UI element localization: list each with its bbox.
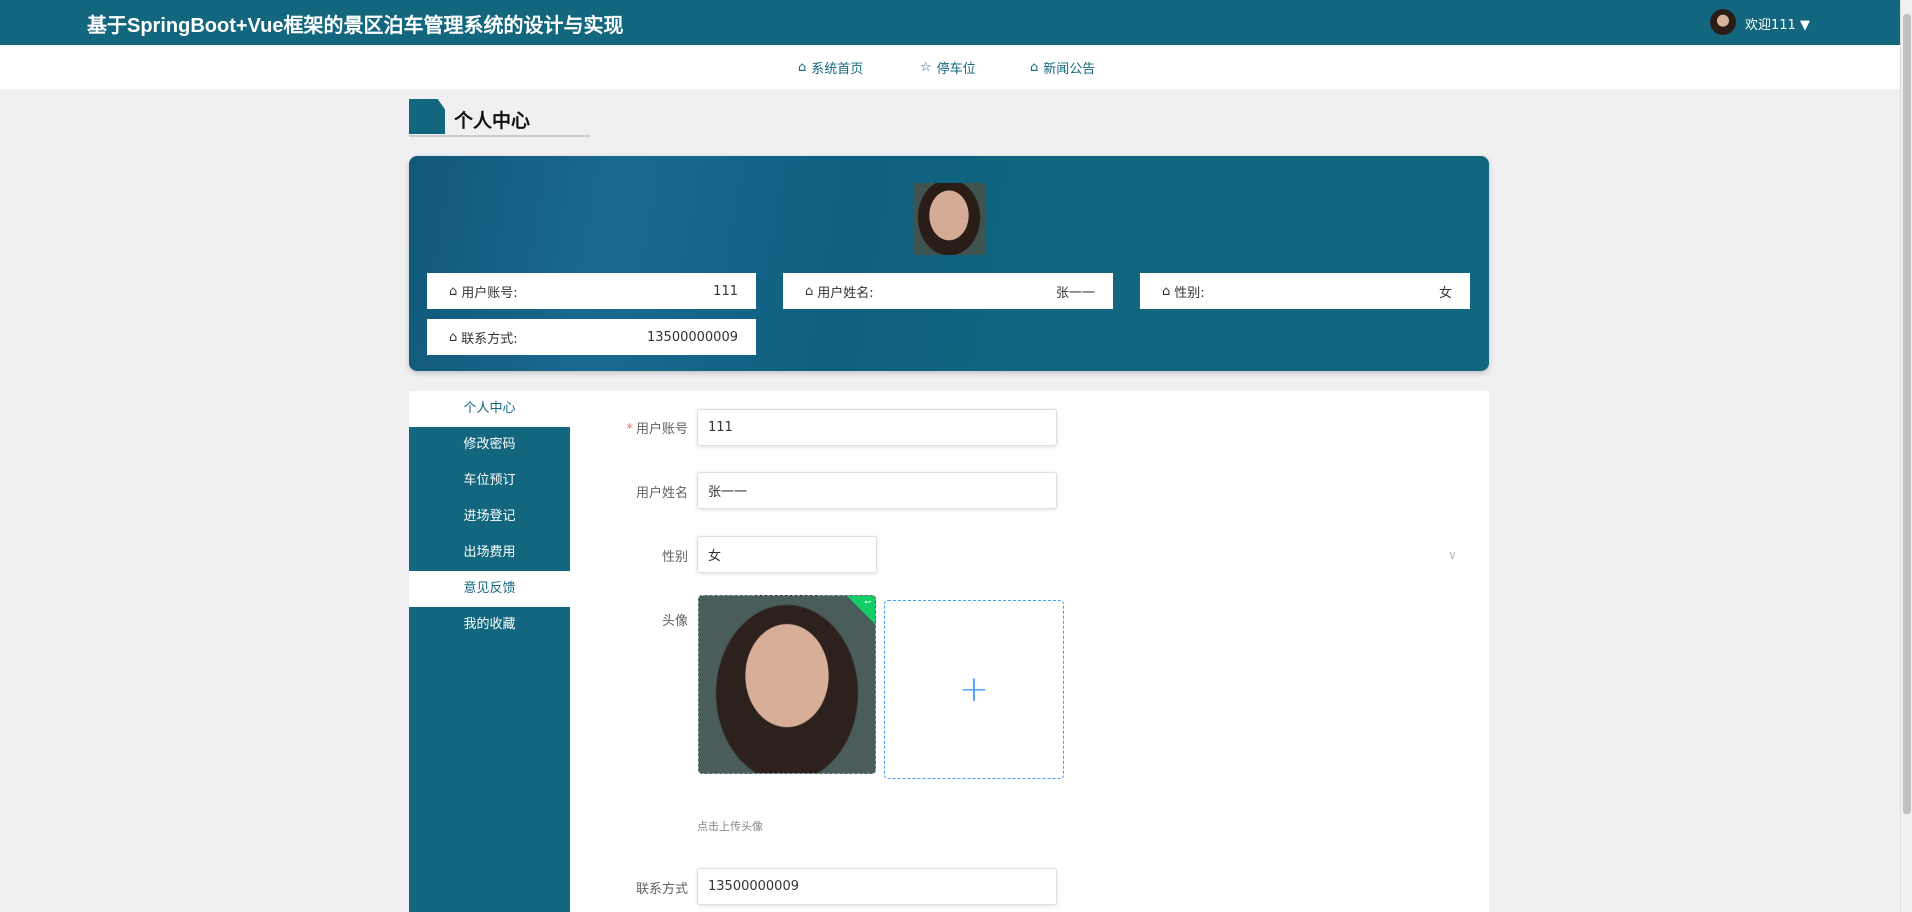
- sidebar-item-feedback[interactable]: 意见反馈: [409, 571, 570, 607]
- home-icon: ⌂: [449, 283, 458, 299]
- gender-label: 性别: [661, 550, 688, 565]
- profile-avatar: [913, 183, 985, 255]
- title-underline: [409, 135, 590, 137]
- nav-news[interactable]: ⌂ 新闻公告: [1030, 58, 1095, 77]
- home-icon: ⌂: [449, 329, 458, 345]
- nav-home[interactable]: ⌂ 系统首页: [798, 58, 863, 77]
- bag-icon: ⌂: [1030, 60, 1039, 75]
- name-label: 用户姓名: [635, 486, 688, 501]
- info-name: ⌂ 用户姓名: 张一一: [783, 273, 1113, 309]
- home-icon: ⌂: [1162, 283, 1171, 299]
- account-label: * 用户账号: [626, 422, 688, 437]
- info-account: ⌂ 用户账号: 111: [427, 273, 756, 309]
- upload-button[interactable]: +: [884, 600, 1064, 779]
- gender-select[interactable]: [697, 536, 877, 573]
- phone-label: 联系方式: [635, 882, 688, 897]
- user-menu[interactable]: 欢迎111 ▼: [1745, 14, 1810, 33]
- title-decoration: [409, 99, 445, 134]
- app-title: 基于SpringBoot+Vue框架的景区泊车管理系统的设计与实现: [87, 15, 624, 37]
- sidebar: 个人中心 修改密码 车位预订 进场登记 出场费用 意见反馈 我的收藏: [409, 391, 570, 912]
- home-icon: ⌂: [805, 283, 814, 299]
- sidebar-item-profile[interactable]: 个人中心: [409, 391, 570, 427]
- phone-input[interactable]: [697, 868, 1057, 905]
- plus-icon: +: [958, 669, 990, 710]
- chevron-down-icon[interactable]: ∨: [1448, 548, 1457, 562]
- check-icon: ✓: [844, 596, 875, 626]
- nav-bar: ⌂ 系统首页 ☆ 停车位 ⌂ 新闻公告: [0, 45, 1900, 89]
- sidebar-item-favorites[interactable]: 我的收藏: [409, 607, 570, 643]
- sidebar-item-password[interactable]: 修改密码: [409, 427, 570, 463]
- user-avatar[interactable]: [1710, 9, 1736, 35]
- star-icon: ☆: [920, 60, 932, 75]
- sidebar-item-booking[interactable]: 车位预订: [409, 463, 570, 499]
- info-phone: ⌂ 联系方式: 13500000009: [427, 319, 756, 355]
- name-input[interactable]: [697, 472, 1057, 509]
- scrollbar[interactable]: [1900, 0, 1912, 912]
- upload-hint: 点击上传头像: [697, 820, 763, 833]
- page-title: 个人中心: [454, 110, 531, 132]
- avatar-label: 头像: [661, 614, 688, 629]
- sidebar-item-exit-fee[interactable]: 出场费用: [409, 535, 570, 571]
- sidebar-item-entry[interactable]: 进场登记: [409, 499, 570, 535]
- info-gender: ⌂ 性别: 女: [1140, 273, 1470, 309]
- home-icon: ⌂: [798, 60, 807, 75]
- avatar-preview[interactable]: ✓: [698, 595, 876, 774]
- account-input[interactable]: [697, 409, 1057, 446]
- nav-parking[interactable]: ☆ 停车位: [920, 58, 976, 77]
